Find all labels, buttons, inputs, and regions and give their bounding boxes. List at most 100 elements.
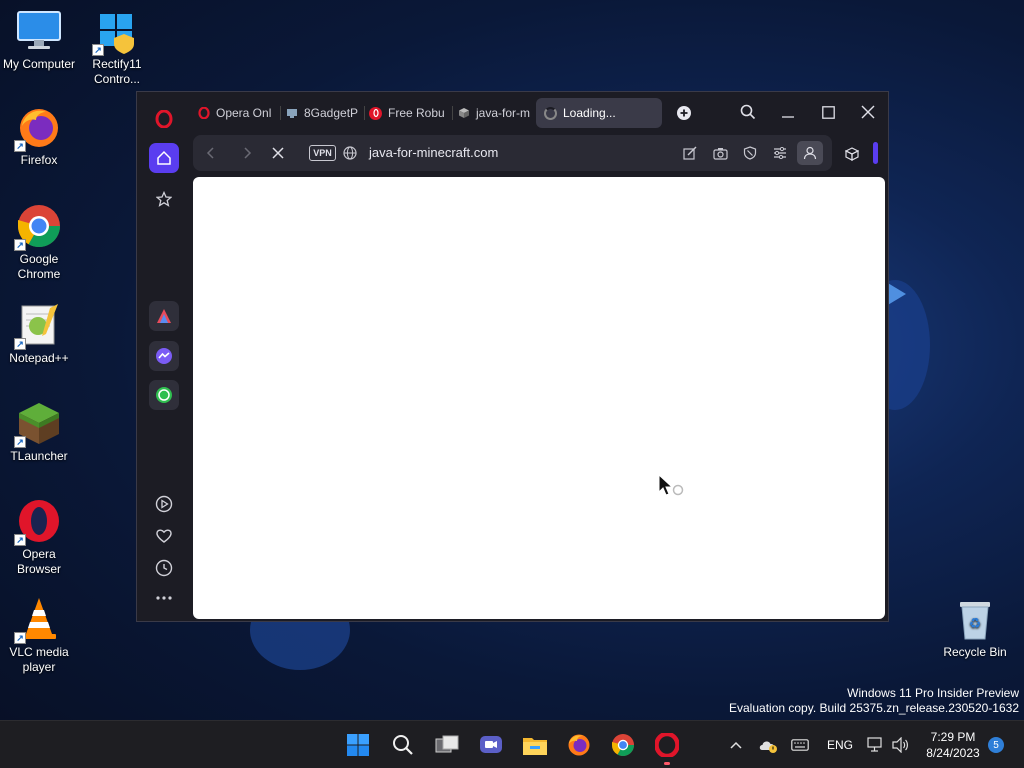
tab-strip: Opera Onl 8GadgetP Free Robu java-for-m … [193, 98, 753, 128]
desktop-icon-my-computer[interactable]: My Computer [0, 8, 78, 72]
more-options-icon[interactable] [149, 583, 179, 613]
opera-red-icon [369, 106, 382, 120]
globe-icon[interactable] [339, 143, 361, 163]
chevron-left-icon [206, 147, 214, 159]
player-icon[interactable] [149, 489, 179, 519]
busy-cursor-icon [658, 473, 684, 496]
tab-opera-online[interactable]: Opera Onl [197, 98, 281, 128]
tab-8gadgetpack[interactable]: 8GadgetP [285, 98, 365, 128]
desktop-icon-google-chrome[interactable]: ↗ Google Chrome [0, 203, 78, 282]
page-content-area[interactable] [193, 177, 885, 619]
chrome-icon: ↗ [14, 203, 62, 251]
tab-search-button[interactable] [733, 98, 763, 126]
close-icon [861, 105, 875, 119]
whatsapp-icon[interactable] [149, 380, 179, 410]
search-icon [740, 104, 756, 120]
camera-snapshot-icon[interactable] [709, 143, 731, 163]
show-hidden-icons-button[interactable] [722, 730, 750, 760]
loading-spinner-icon [544, 106, 557, 120]
vpn-badge[interactable]: VPN [309, 145, 336, 161]
desktop-icon-rectify11[interactable]: ↗ Rectify11 Contro... [78, 8, 156, 87]
taskbar-chrome-button[interactable] [608, 730, 638, 760]
search-icon [393, 735, 413, 755]
shortcut-arrow-icon: ↗ [14, 338, 26, 350]
keyboard-icon[interactable] [786, 730, 814, 760]
teams-chat-button[interactable] [476, 730, 506, 760]
back-button[interactable] [201, 143, 221, 163]
close-button[interactable] [853, 98, 883, 126]
minecraft-grass-block-icon: ↗ [14, 400, 62, 448]
cube-icon [457, 107, 470, 120]
edit-note-icon[interactable] [679, 143, 701, 163]
maximize-icon [821, 105, 835, 119]
task-view-button[interactable] [432, 730, 462, 760]
start-button[interactable] [343, 730, 373, 760]
tab-java-for-minecraft[interactable]: java-for-m [457, 98, 531, 128]
opera-menu-icon[interactable] [149, 104, 179, 134]
easy-setup-icon[interactable] [769, 143, 791, 163]
clock[interactable]: 7:29 PM 8/24/2023 [920, 729, 986, 761]
tab-loading-active[interactable]: Loading... [536, 98, 662, 128]
adblock-shield-icon[interactable] [739, 143, 761, 163]
firefox-icon [568, 734, 590, 756]
active-app-indicator [664, 762, 670, 765]
network-icon[interactable] [864, 730, 888, 760]
chat-icon [480, 736, 502, 753]
url-field[interactable]: java-for-minecraft.com [369, 145, 498, 160]
windows-logo-icon [347, 734, 369, 756]
desktop-icon-tlauncher[interactable]: ↗ TLauncher [0, 400, 78, 464]
close-icon [272, 147, 284, 159]
wallpaper-swirl [886, 282, 906, 306]
taskbar-search-button[interactable] [388, 730, 418, 760]
messenger-icon[interactable] [149, 341, 179, 371]
notification-badge[interactable]: 5 [988, 737, 1004, 753]
heart-icon[interactable] [149, 521, 179, 551]
taskbar-opera-button[interactable] [652, 730, 682, 765]
plus-icon [677, 106, 691, 120]
desktop-icon-opera-browser[interactable]: ↗ Opera Browser [0, 498, 78, 577]
file-explorer-button[interactable] [520, 730, 550, 760]
vlc-cone-icon: ↗ [14, 596, 62, 644]
windows-shield-icon: ↗ [92, 8, 140, 56]
tab-free-robux[interactable]: Free Robu [369, 98, 453, 128]
aria-ai-icon[interactable] [149, 301, 179, 331]
chevron-up-icon [730, 741, 742, 749]
profile-icon[interactable] [797, 141, 823, 165]
home-icon[interactable] [149, 143, 179, 173]
folder-icon [523, 738, 547, 755]
sidebar-accent-bar [873, 142, 878, 164]
onedrive-status-icon[interactable] [754, 730, 782, 760]
opera-icon: ↗ [14, 498, 62, 546]
svg-text:♻: ♻ [969, 616, 982, 632]
desktop-icon-notepad-plus-plus[interactable]: ↗ Notepad++ [0, 302, 78, 366]
desktop-icon-firefox[interactable]: ↗ Firefox [0, 104, 78, 168]
taskbar: ENG 7:29 PM 8/24/2023 5 [0, 720, 1024, 768]
language-indicator[interactable]: ENG [822, 730, 858, 760]
maximize-button[interactable] [813, 98, 843, 126]
chevron-right-icon [244, 147, 252, 159]
shortcut-arrow-icon: ↗ [14, 239, 26, 251]
opera-browser-window[interactable]: Opera Onl 8GadgetP Free Robu java-for-m … [136, 91, 889, 622]
desktop-icon-vlc[interactable]: ↗ VLC media player [0, 596, 78, 675]
opera-icon [197, 107, 210, 120]
cube-extension-icon[interactable] [841, 144, 863, 164]
stop-loading-button[interactable] [268, 143, 288, 163]
new-tab-button[interactable] [671, 98, 697, 128]
forward-button[interactable] [237, 143, 257, 163]
desktop-icon-recycle-bin[interactable]: ♻ Recycle Bin [936, 596, 1014, 660]
notepad-plus-plus-icon: ↗ [14, 302, 62, 350]
browser-sidebar [137, 92, 189, 621]
volume-icon[interactable] [888, 730, 912, 760]
star-icon[interactable] [149, 184, 179, 214]
recycle-bin-icon: ♻ [952, 596, 998, 642]
minimize-icon [782, 116, 794, 118]
opera-icon [655, 733, 679, 757]
windows-evaluation-watermark: Windows 11 Pro Insider Preview Evaluatio… [729, 686, 1019, 715]
chrome-icon [612, 734, 634, 756]
taskbar-firefox-button[interactable] [564, 730, 594, 760]
firefox-icon: ↗ [14, 104, 62, 152]
shortcut-arrow-icon: ↗ [14, 534, 26, 546]
history-clock-icon[interactable] [149, 553, 179, 583]
minimize-button[interactable] [773, 98, 803, 126]
address-bar: VPN java-for-minecraft.com [193, 135, 832, 171]
